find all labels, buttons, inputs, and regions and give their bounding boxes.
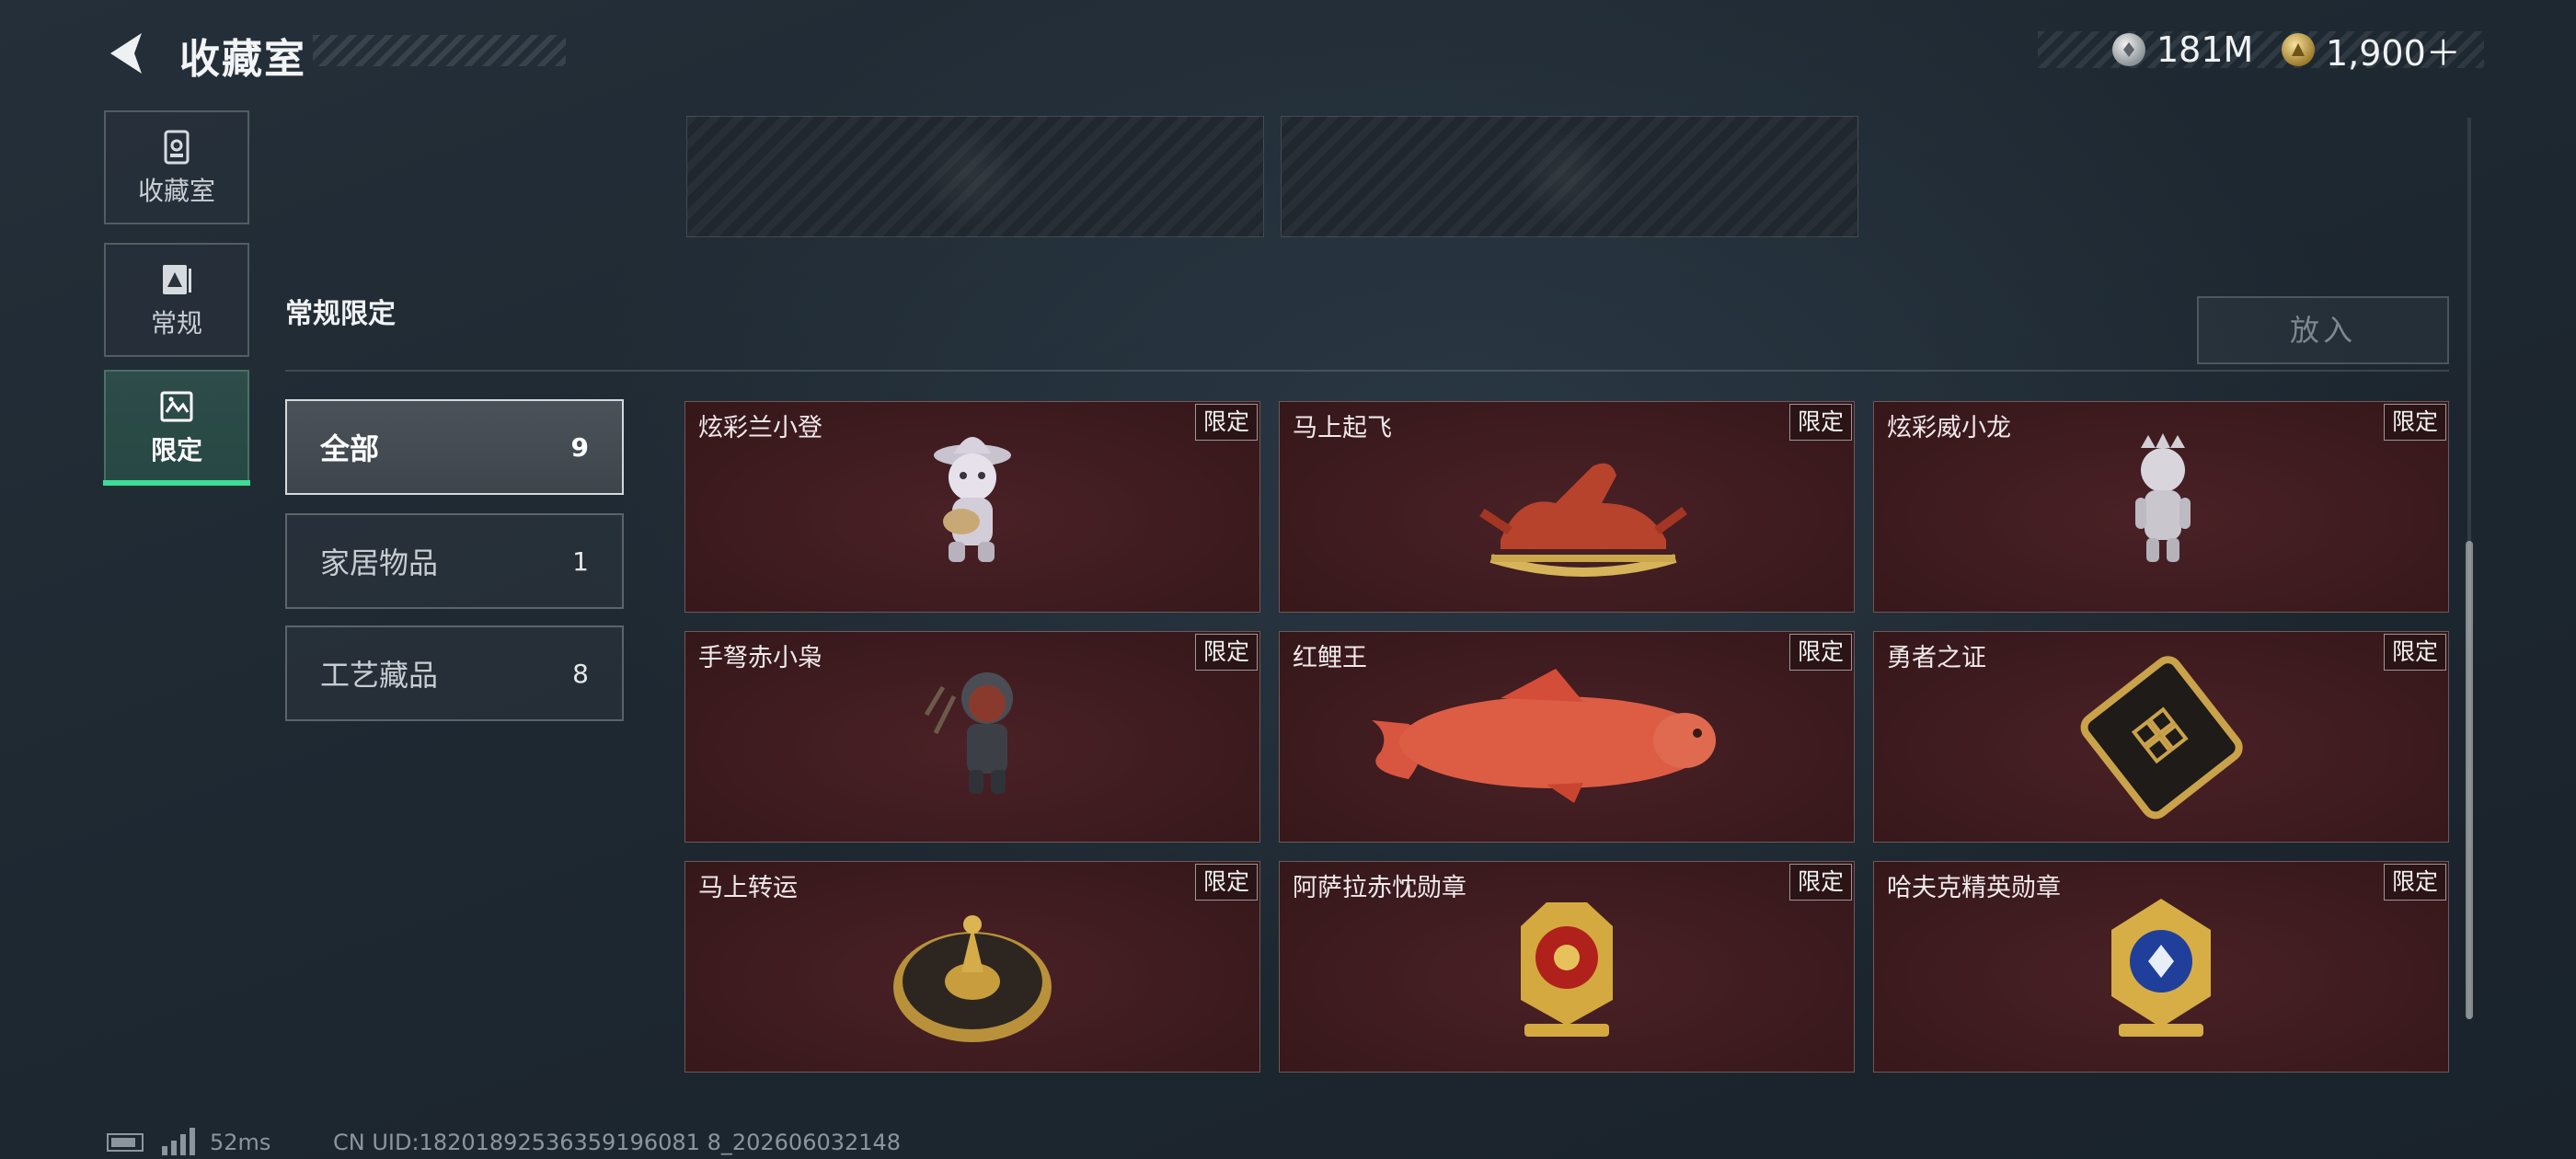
item-card[interactable]: 炫彩兰小登 限定 xyxy=(684,401,1260,613)
collection-room-icon xyxy=(158,129,195,166)
section-title: 常规限定 xyxy=(285,298,396,330)
nav-item-limited[interactable]: 限定 xyxy=(104,370,249,484)
item-name: 炫彩威小龙 xyxy=(1887,414,2011,442)
silver-coin-icon xyxy=(2112,33,2145,66)
nav-item-collection-room[interactable]: 收藏室 xyxy=(104,110,249,224)
category-household[interactable]: 家居物品 1 xyxy=(285,513,624,609)
silver-currency-value: 181M xyxy=(2156,29,2254,70)
scrollbar-thumb[interactable] xyxy=(2466,541,2473,1019)
gold-currency-value: 1,900＋ xyxy=(2326,32,2461,74)
category-count: 9 xyxy=(570,431,589,463)
category-label: 工艺藏品 xyxy=(320,658,439,693)
limited-badge: 限定 xyxy=(2383,404,2446,441)
item-name: 勇者之证 xyxy=(1887,644,1986,672)
back-button[interactable] xyxy=(101,26,156,81)
item-name: 阿萨拉赤忱勋章 xyxy=(1293,874,1466,902)
item-card[interactable]: 马上转运 限定 xyxy=(684,861,1260,1073)
title-decoration xyxy=(313,35,566,66)
item-card[interactable]: 手弩赤小枭 限定 xyxy=(684,631,1260,843)
limited-badge: 限定 xyxy=(1788,404,1852,441)
category-label: 全部 xyxy=(320,431,380,466)
limited-badge: 限定 xyxy=(2383,634,2446,671)
limited-badge: 限定 xyxy=(1194,404,1258,441)
gold-coin-icon xyxy=(2282,33,2315,66)
item-card[interactable]: 哈夫克精英勋章 限定 xyxy=(1873,861,2449,1073)
limited-icon xyxy=(158,388,195,425)
top-card-faded[interactable] xyxy=(686,116,1264,237)
silver-currency: 181M xyxy=(2112,28,2253,72)
limited-badge: 限定 xyxy=(1194,634,1258,671)
limited-badge: 限定 xyxy=(1194,864,1258,901)
battery-icon xyxy=(107,1133,144,1152)
top-card-faded[interactable] xyxy=(1281,116,1858,237)
nav-label: 限定 xyxy=(150,435,202,465)
signal-icon xyxy=(162,1128,195,1155)
limited-badge: 限定 xyxy=(2383,864,2446,901)
category-count: 8 xyxy=(572,658,589,689)
category-count: 1 xyxy=(572,545,589,577)
item-card[interactable]: 马上起飞 限定 xyxy=(1279,401,1855,613)
item-card[interactable]: 勇者之证 限定 xyxy=(1873,631,2449,843)
limited-badge: 限定 xyxy=(1788,634,1852,671)
back-arrow-icon xyxy=(110,33,142,74)
put-in-button[interactable]: 放入 xyxy=(2197,296,2449,364)
gold-currency[interactable]: 1,900＋ xyxy=(2282,28,2461,74)
category-label: 家居物品 xyxy=(320,545,439,580)
ping-text: 52ms xyxy=(210,1130,271,1155)
nav-label: 常规 xyxy=(150,308,202,339)
item-card[interactable]: 炫彩威小龙 限定 xyxy=(1873,401,2449,613)
item-card[interactable]: 阿萨拉赤忱勋章 限定 xyxy=(1279,861,1855,1073)
item-name: 马上转运 xyxy=(698,874,798,902)
category-all[interactable]: 全部 9 xyxy=(285,399,624,495)
page-title: 收藏室 xyxy=(179,36,306,83)
limited-badge: 限定 xyxy=(1788,864,1852,901)
item-name: 炫彩兰小登 xyxy=(698,414,822,442)
nav-label: 收藏室 xyxy=(137,176,215,206)
item-card[interactable]: 红鲤王 限定 xyxy=(1279,631,1855,843)
item-name: 哈夫克精英勋章 xyxy=(1887,874,2061,902)
item-name: 马上起飞 xyxy=(1293,414,1392,442)
uid-text: CN UID:18201892536359196081 8_2026060321… xyxy=(333,1130,902,1155)
nav-active-indicator xyxy=(103,480,250,486)
item-name: 手弩赤小枭 xyxy=(698,644,822,672)
item-name: 红鲤王 xyxy=(1293,644,1367,672)
category-crafts[interactable]: 工艺藏品 8 xyxy=(285,625,624,721)
section-divider xyxy=(285,370,2449,372)
regular-icon xyxy=(158,261,195,298)
nav-item-regular[interactable]: 常规 xyxy=(104,243,249,357)
